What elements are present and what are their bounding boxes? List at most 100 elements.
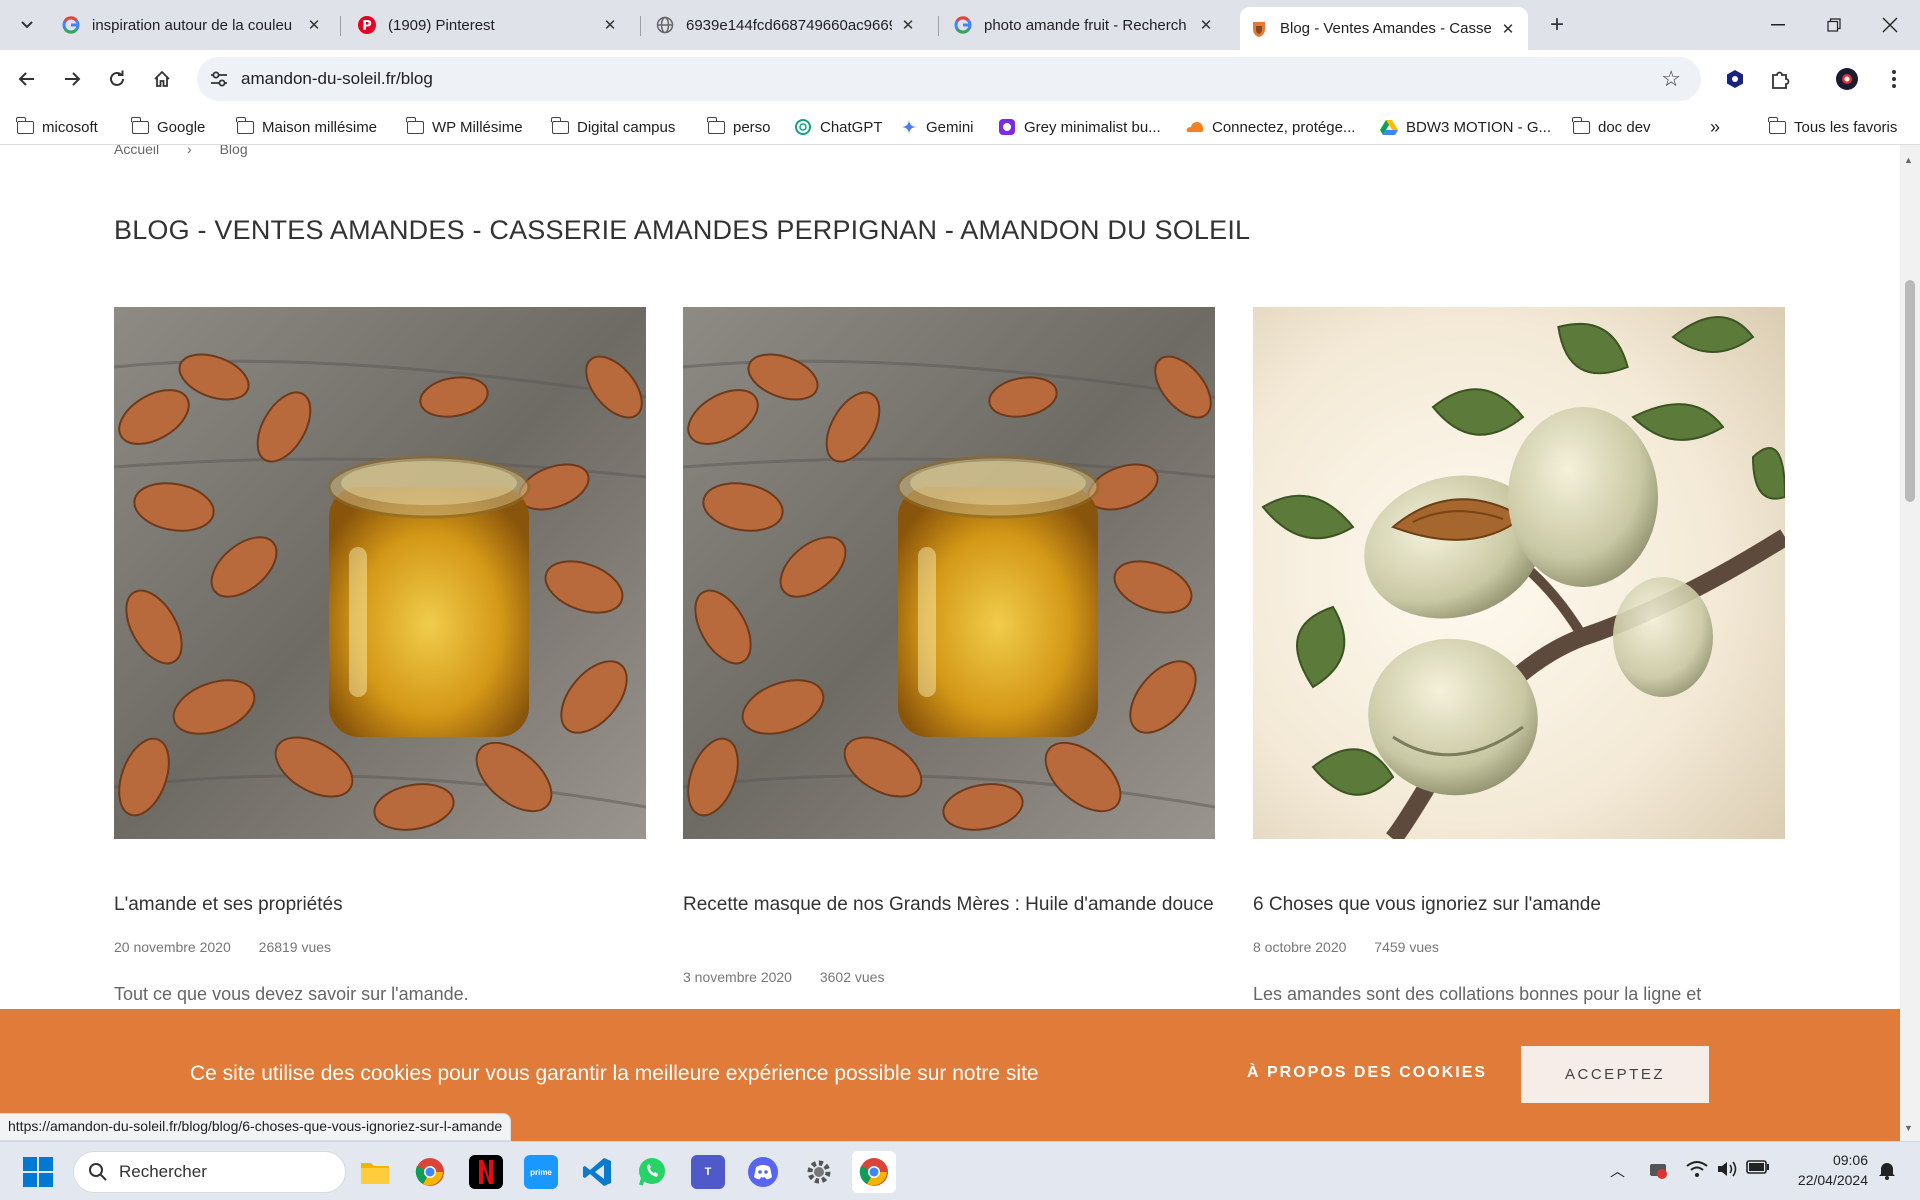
gemini-icon [900, 119, 918, 135]
bookmark-micosoft[interactable]: micosoft [15, 115, 98, 139]
breadcrumb-home-link[interactable]: Accueil [114, 145, 159, 157]
whatsapp-icon[interactable] [635, 1155, 669, 1189]
close-window-button[interactable] [1862, 0, 1918, 50]
taskbar-search[interactable]: Rechercher [73, 1151, 346, 1193]
close-tab-icon[interactable]: ✕ [600, 16, 620, 34]
volume-icon[interactable] [1716, 1160, 1738, 1182]
close-tab-icon[interactable]: ✕ [1498, 20, 1518, 38]
bookmark-canva[interactable]: Grey minimalist bu... [998, 115, 1161, 139]
tab-title: inspiration autour de la couleu [92, 16, 293, 34]
forward-button[interactable] [56, 63, 88, 95]
battery-icon[interactable] [1746, 1160, 1770, 1178]
browser-toolbar: amandon-du-soleil.fr/blog ☆ [0, 50, 1920, 107]
bookmark-digital-campus[interactable]: Digital campus [550, 115, 675, 139]
blog-card[interactable]: L'amande et ses propriétés 20 novembre 2… [114, 307, 646, 1004]
blog-card[interactable]: Recette masque de nos Grands Mères : Hui… [683, 307, 1215, 985]
system-clock[interactable]: 09:06 22/04/2024 [1786, 1150, 1868, 1190]
folder-icon [1571, 116, 1590, 135]
almond-oil-image[interactable] [114, 307, 646, 839]
vscode-icon[interactable] [580, 1155, 614, 1189]
pinterest-icon: P [358, 16, 376, 34]
scroll-up-icon[interactable]: ▲ [1904, 155, 1913, 165]
new-tab-button[interactable]: + [1543, 12, 1571, 40]
folder-icon [550, 116, 569, 135]
almond-branch-image[interactable] [1253, 307, 1785, 839]
url-text[interactable]: amandon-du-soleil.fr/blog [241, 69, 433, 89]
about-cookies-link[interactable]: À PROPOS DES COOKIES [1247, 1064, 1487, 1082]
wifi-icon[interactable] [1686, 1160, 1708, 1182]
blog-card[interactable]: 6 Choses que vous ignoriez sur l'amande … [1253, 307, 1785, 1004]
close-tab-icon[interactable]: ✕ [1196, 16, 1216, 34]
post-excerpt: Les amandes sont des collations bonnes p… [1253, 984, 1702, 1004]
bookmark-label: Maison millésime [262, 118, 378, 136]
bookmark-doc-dev[interactable]: doc dev [1571, 115, 1651, 139]
discord-icon[interactable] [746, 1155, 780, 1189]
canva-icon [998, 119, 1016, 135]
post-title[interactable]: Recette masque de nos Grands Mères : Hui… [683, 890, 1215, 920]
post-date: 8 octobre 2020 [1253, 939, 1347, 955]
bookmark-label: WP Millésime [432, 118, 523, 136]
show-hidden-icons-chevron-icon[interactable]: ︿ [1610, 1160, 1625, 1181]
windows-start-icon[interactable] [22, 1156, 54, 1188]
restore-icon [1827, 18, 1841, 32]
tab-hash-page[interactable]: 6939e144fcd668749660ac9669 ✕ [646, 7, 928, 43]
almond-oil-image[interactable] [683, 307, 1215, 839]
prime-video-icon[interactable]: prime [524, 1155, 558, 1189]
site-settings-icon[interactable] [209, 69, 229, 89]
minimize-button[interactable] [1750, 0, 1806, 50]
reload-button[interactable] [101, 63, 133, 95]
folder-icon [1767, 116, 1786, 135]
status-bar-url: https://amandon-du-soleil.fr/blog/blog/6… [0, 1113, 512, 1141]
back-button[interactable] [11, 63, 43, 95]
tab-google-photo-amande[interactable]: photo amande fruit - Recherch ✕ [944, 7, 1226, 43]
bookmark-label: perso [733, 118, 771, 136]
address-bar[interactable]: amandon-du-soleil.fr/blog ☆ [197, 57, 1701, 101]
home-button[interactable] [146, 63, 178, 95]
bookmark-maison-millesime[interactable]: Maison millésime [235, 115, 378, 139]
extensions-puzzle-icon[interactable] [1766, 64, 1796, 94]
cloudflare-icon [1186, 119, 1204, 135]
chrome-active-icon[interactable] [852, 1151, 896, 1193]
restore-button[interactable] [1806, 0, 1862, 50]
clock-date: 22/04/2024 [1797, 1172, 1868, 1188]
browser-window: inspiration autour de la couleu ✕ P (190… [0, 0, 1920, 1200]
bookmark-label: Gemini [926, 118, 974, 136]
bookmark-label: Google [157, 118, 206, 136]
site-icon [1250, 20, 1268, 38]
accept-cookies-button[interactable]: ACCEPTEZ [1521, 1046, 1709, 1103]
notification-badge-icon[interactable] [1648, 1160, 1668, 1184]
scrollbar-thumb[interactable] [1905, 280, 1915, 502]
extension-icon[interactable] [1720, 64, 1750, 94]
tab-blog-active[interactable]: Blog - Ventes Amandes - Casse ✕ [1240, 7, 1528, 50]
bookmark-drive[interactable]: BDW3 MOTION - G... [1380, 115, 1551, 139]
scroll-down-icon[interactable]: ▼ [1904, 1123, 1913, 1133]
profile-avatar[interactable] [1832, 64, 1862, 94]
tab-search-button[interactable] [12, 10, 42, 40]
close-tab-icon[interactable]: ✕ [304, 16, 324, 34]
page-scrollbar[interactable]: ▲ ▼ [1900, 145, 1920, 1141]
bookmark-chatgpt[interactable]: ChatGPT [794, 115, 883, 139]
tab-google-inspiration[interactable]: inspiration autour de la couleu ✕ [52, 7, 334, 43]
bookmark-cloudflare[interactable]: Connectez, protége... [1186, 115, 1355, 139]
all-bookmarks[interactable]: Tous les favoris [1767, 115, 1897, 139]
google-icon [62, 16, 80, 34]
post-title[interactable]: L'amande et ses propriétés [114, 890, 646, 920]
globe-icon [656, 16, 674, 34]
more-bookmarks-chevron-icon[interactable]: » [1710, 115, 1720, 139]
bookmark-google[interactable]: Google [130, 115, 206, 139]
bookmark-perso[interactable]: perso [706, 115, 771, 139]
bookmark-gemini[interactable]: Gemini [900, 115, 974, 139]
post-title[interactable]: 6 Choses que vous ignoriez sur l'amande [1253, 890, 1785, 920]
teams-icon[interactable]: T [691, 1155, 725, 1189]
close-tab-icon[interactable]: ✕ [898, 16, 918, 34]
settings-gear-icon[interactable] [802, 1155, 836, 1189]
bookmark-star-icon[interactable]: ☆ [1661, 66, 1681, 92]
tab-pinterest[interactable]: P (1909) Pinterest ✕ [348, 7, 630, 43]
kebab-menu-icon[interactable] [1879, 64, 1909, 94]
netflix-icon[interactable] [469, 1155, 503, 1189]
file-explorer-icon[interactable] [358, 1155, 392, 1189]
folder-icon [706, 116, 725, 135]
notifications-bell-icon[interactable] [1878, 1160, 1896, 1184]
chrome-icon[interactable] [413, 1155, 447, 1189]
bookmark-wp-millesime[interactable]: WP Millésime [405, 115, 523, 139]
